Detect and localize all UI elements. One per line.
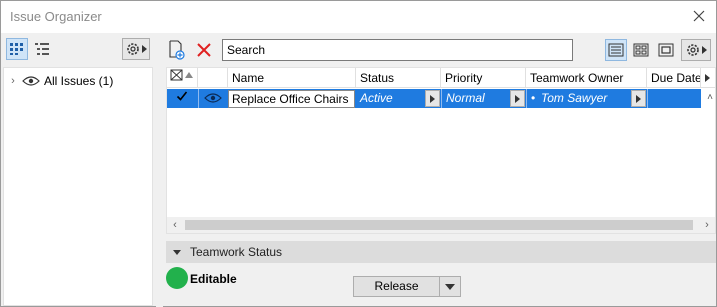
issue-organizer-window: Issue Organizer › All Issues (1) Search … bbox=[0, 0, 717, 307]
row-status-cell: Active bbox=[360, 91, 393, 105]
close-button[interactable] bbox=[690, 7, 708, 25]
gear-icon bbox=[687, 44, 699, 56]
horizontal-scrollbar[interactable]: ‹ › bbox=[167, 217, 715, 233]
view-list-button[interactable] bbox=[605, 39, 627, 61]
teamwork-status-title: Teamwork Status bbox=[190, 245, 283, 259]
release-button[interactable]: Release bbox=[354, 277, 440, 296]
scroll-right-arrow[interactable]: › bbox=[699, 217, 715, 233]
column-header-visibility[interactable] bbox=[198, 68, 228, 88]
tree-list-icon bbox=[35, 43, 49, 55]
view-icons-button[interactable] bbox=[6, 38, 28, 60]
gear-icon bbox=[127, 43, 139, 55]
release-split-button[interactable]: Release bbox=[353, 276, 461, 297]
scroll-left-arrow[interactable]: ‹ bbox=[167, 217, 183, 233]
dropdown-arrow-icon bbox=[142, 45, 147, 53]
delete-issue-button[interactable] bbox=[193, 39, 215, 61]
right-toolbar bbox=[163, 34, 716, 66]
right-settings-button[interactable] bbox=[681, 39, 711, 61]
flag-sort-icon bbox=[170, 69, 193, 81]
single-view-icon bbox=[658, 43, 674, 57]
issue-name-input[interactable]: Replace Office Chairs bbox=[228, 90, 355, 108]
column-header-priority[interactable]: Priority bbox=[441, 68, 526, 88]
owner-dropdown-button[interactable] bbox=[631, 90, 646, 107]
icon-grid-icon bbox=[10, 43, 23, 55]
row-checked-cell[interactable] bbox=[167, 89, 198, 108]
new-issue-icon bbox=[169, 40, 185, 60]
scrollbar-thumb[interactable] bbox=[185, 220, 693, 230]
column-header-due-date[interactable]: Due Date bbox=[647, 68, 701, 88]
scroll-right-button[interactable] bbox=[701, 68, 715, 88]
teamwork-status-header[interactable]: Teamwork Status bbox=[166, 241, 716, 263]
dropdown-arrow-icon bbox=[515, 94, 520, 103]
status-indicator-icon bbox=[166, 267, 188, 289]
panel-splitter[interactable] bbox=[156, 34, 163, 307]
row-visibility-cell[interactable] bbox=[199, 89, 228, 108]
checkmark-icon bbox=[176, 91, 188, 101]
view-tree-button[interactable] bbox=[31, 38, 53, 60]
tree-item-label: All Issues (1) bbox=[44, 74, 114, 88]
scroll-right-icon bbox=[705, 74, 710, 82]
dropdown-arrow-icon bbox=[636, 94, 641, 103]
row-priority-cell: Normal bbox=[446, 91, 485, 105]
chevron-right-icon[interactable]: › bbox=[4, 75, 22, 87]
left-settings-button[interactable] bbox=[122, 38, 150, 60]
chevron-down-icon bbox=[445, 283, 455, 290]
dropdown-arrow-icon bbox=[430, 94, 435, 103]
table-row[interactable]: Replace Office Chairs Active Normal • To… bbox=[167, 89, 701, 108]
column-header-status[interactable]: Status bbox=[356, 68, 441, 88]
priority-dropdown-button[interactable] bbox=[510, 90, 525, 107]
list-view-icon bbox=[608, 43, 624, 57]
view-split-button[interactable] bbox=[630, 39, 652, 61]
title-bar: Issue Organizer bbox=[1, 1, 716, 33]
table-header: Name Status Priority Teamwork Owner Due … bbox=[167, 68, 715, 88]
eye-icon bbox=[22, 76, 40, 86]
tree-item-all-issues[interactable]: › All Issues (1) bbox=[4, 72, 152, 90]
column-header-name[interactable]: Name bbox=[228, 68, 356, 88]
search-input[interactable] bbox=[222, 39, 573, 61]
dropdown-arrow-icon bbox=[702, 46, 707, 54]
window-title: Issue Organizer bbox=[10, 9, 102, 24]
column-header-teamwork-owner[interactable]: Teamwork Owner bbox=[526, 68, 647, 88]
release-dropdown-button[interactable] bbox=[440, 277, 460, 296]
delete-icon bbox=[197, 43, 211, 57]
issue-tree: › All Issues (1) bbox=[3, 67, 153, 306]
teamwork-status-label: Editable bbox=[190, 272, 237, 286]
chevron-up-icon: ˄ bbox=[707, 92, 713, 103]
close-icon bbox=[693, 10, 705, 22]
status-dropdown-button[interactable] bbox=[425, 90, 440, 107]
column-header-flag[interactable] bbox=[167, 68, 198, 88]
row-owner-cell: Tom Sawyer bbox=[541, 91, 608, 105]
left-toolbar bbox=[1, 34, 156, 66]
new-issue-button[interactable] bbox=[166, 39, 188, 61]
issues-table: Name Status Priority Teamwork Owner Due … bbox=[166, 67, 716, 234]
scroll-up-button[interactable]: ˄ bbox=[707, 92, 713, 103]
row-due-date-cell[interactable] bbox=[648, 89, 701, 108]
collapse-arrow-icon bbox=[173, 249, 181, 255]
split-view-icon bbox=[633, 43, 649, 57]
eye-icon bbox=[204, 93, 222, 103]
view-single-button[interactable] bbox=[655, 39, 677, 61]
